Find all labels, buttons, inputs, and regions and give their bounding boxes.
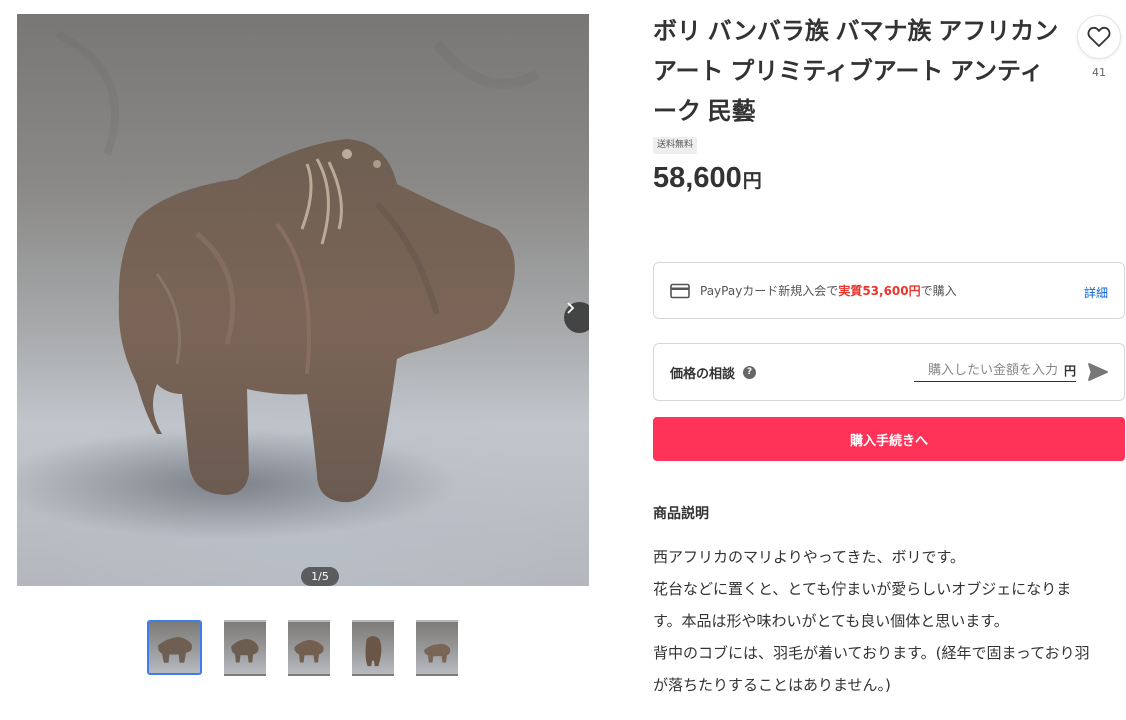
thumbnail-3[interactable] xyxy=(288,620,330,676)
credit-card-icon xyxy=(670,283,690,299)
like-count: 41 xyxy=(1092,66,1106,79)
send-icon[interactable] xyxy=(1088,363,1108,381)
description-line: 背中のコブには、羽毛が着いております。(経年で固まっており羽 xyxy=(653,644,1090,662)
description-line: す。本品は形や味わいがとても良い個体と思います。 xyxy=(653,612,1009,630)
offer-unit: 円 xyxy=(1063,364,1076,378)
paypay-detail-link[interactable]: 詳細 xyxy=(1084,284,1108,301)
question-icon[interactable]: ? xyxy=(743,365,757,379)
thumbnail-4[interactable] xyxy=(352,620,394,676)
paypay-highlight: 実質53,600円 xyxy=(838,284,921,298)
chevron-right-icon xyxy=(567,302,575,314)
thumbnail-image xyxy=(158,636,193,663)
thumbnail-5[interactable] xyxy=(416,620,458,676)
product-description: 西アフリカのマリよりやってきた、ボリです。 花台などに置くと、とても佇まいが愛ら… xyxy=(653,541,1125,701)
main-product-photo[interactable]: 1/5 xyxy=(17,14,589,586)
paypay-text-after: で購入 xyxy=(920,284,957,298)
thumbnail-image xyxy=(424,643,451,663)
thumbnail-image xyxy=(294,639,324,663)
heart-icon xyxy=(1087,26,1111,47)
thumbnail-image xyxy=(231,638,259,663)
purchase-button[interactable]: 購入手続きへ xyxy=(653,417,1125,461)
price-offer-label: 価格の相談 xyxy=(670,366,736,382)
thumbnail-2[interactable] xyxy=(224,620,266,676)
paypay-text-before: PayPayカード新規入会で xyxy=(700,284,839,298)
thumbnail-strip xyxy=(147,620,458,676)
offer-amount-input[interactable] xyxy=(913,363,1058,378)
image-counter: 1/5 xyxy=(301,567,339,586)
description-line: 西アフリカのマリよりやってきた、ボリです。 xyxy=(653,548,966,566)
paypay-promo-text: PayPayカード新規入会で実質53,600円で購入 xyxy=(700,282,1084,299)
price-currency: 円 xyxy=(742,171,762,192)
price-amount: 58,600 xyxy=(653,162,742,194)
thumbnail-image xyxy=(365,636,382,667)
offer-input-wrap: 円 xyxy=(913,362,1076,382)
thumbnail-1[interactable] xyxy=(147,620,202,675)
free-shipping-badge: 送料無料 xyxy=(653,137,698,154)
price-offer-box: 価格の相談 ? 円 xyxy=(653,343,1125,401)
product-title: ボリ バンバラ族 バマナ族 アフリカンアート プリミティブアート アンティーク … xyxy=(653,18,1059,125)
next-image-button[interactable] xyxy=(564,302,589,333)
description-line: が落ちたりすることはありません。) xyxy=(653,676,891,694)
boli-figure-image xyxy=(17,30,540,539)
like-button[interactable] xyxy=(1077,15,1121,59)
description-heading: 商品説明 xyxy=(653,506,709,522)
price: 58,600円 xyxy=(653,162,762,195)
description-line: 花台などに置くと、とても佇まいが愛らしいオブジェになりま xyxy=(653,580,1072,598)
paypay-card-promo: PayPayカード新規入会で実質53,600円で購入 詳細 xyxy=(653,262,1125,319)
